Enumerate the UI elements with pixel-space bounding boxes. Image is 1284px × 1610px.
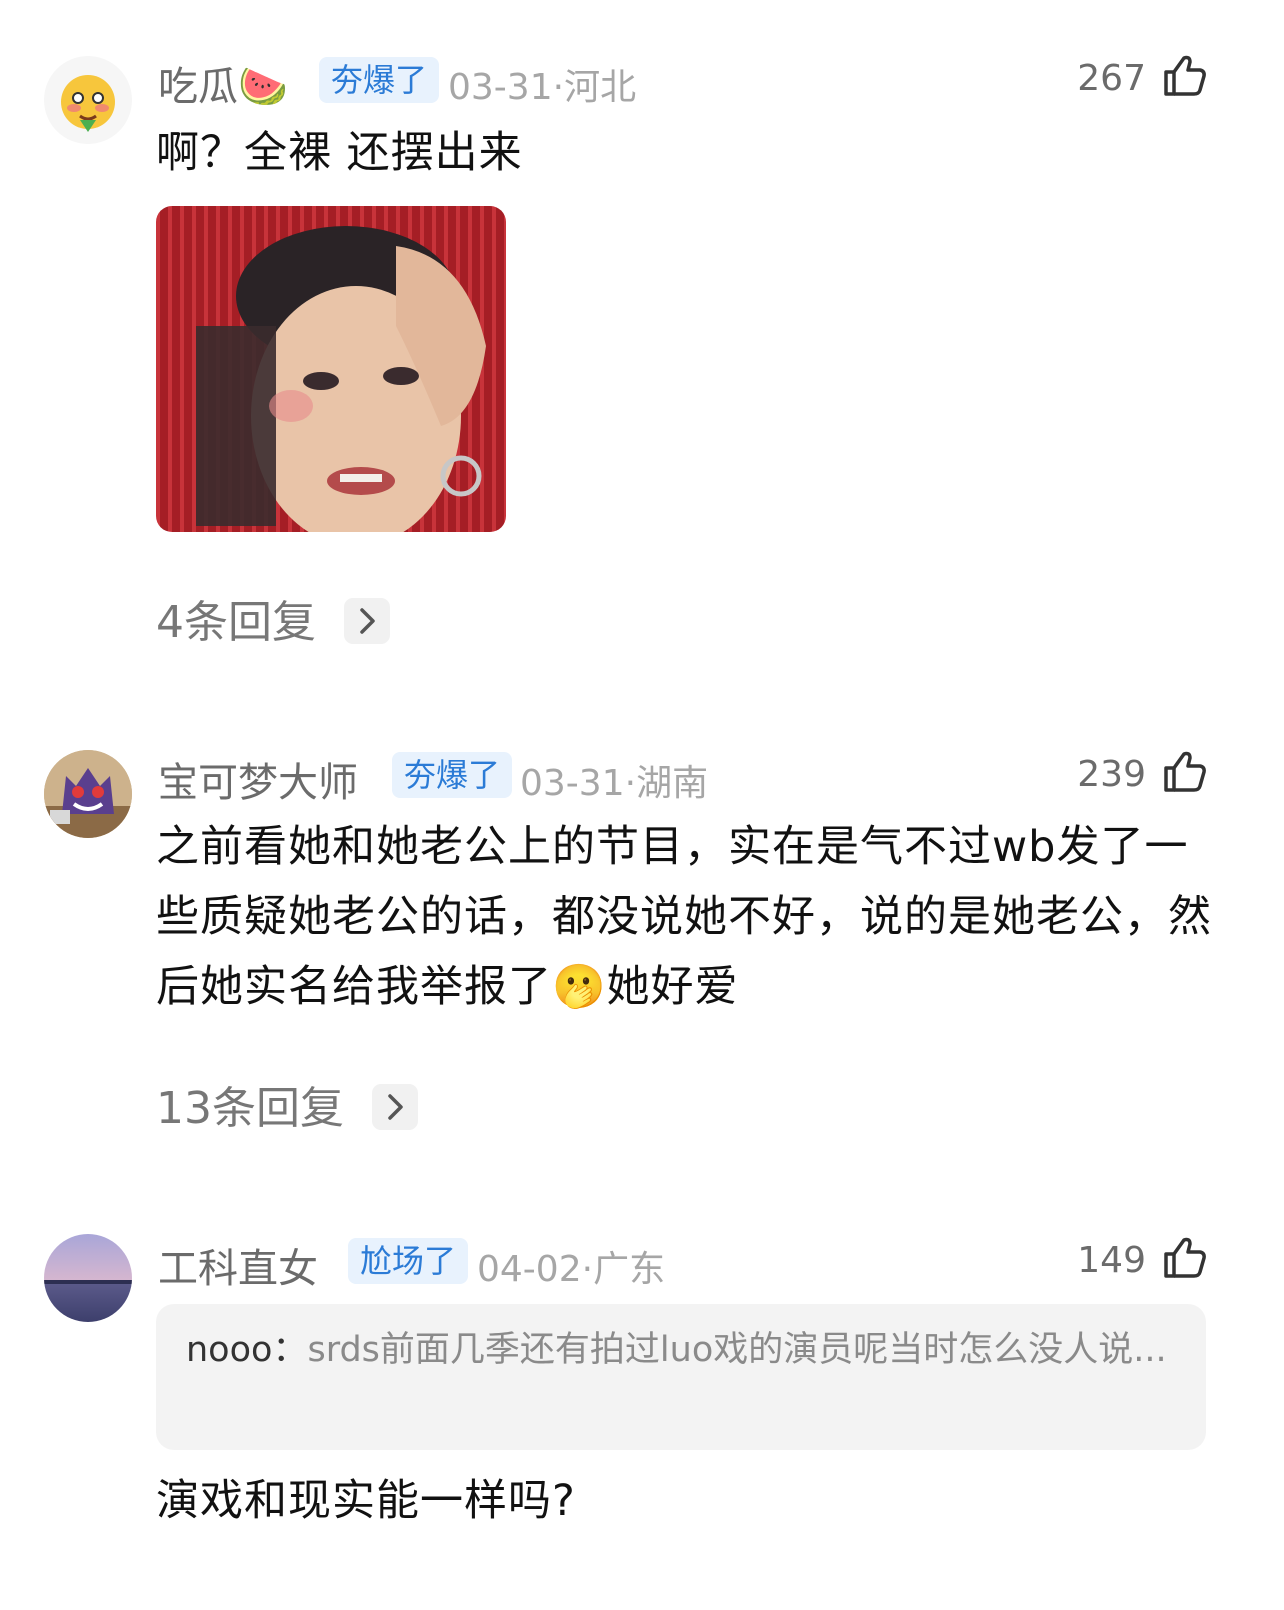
quote-colon: ： — [272, 1330, 308, 1370]
quoted-text: srds前面几季还有拍过luo戏的演员呢当时怎么没人说... — [307, 1330, 1167, 1370]
user-avatar[interactable] — [44, 1234, 132, 1322]
blushing-face-icon — [61, 75, 115, 132]
comment-date: 04-02 — [477, 1249, 582, 1290]
username[interactable]: 宝可梦大师 — [158, 750, 358, 808]
thumbs-up-icon[interactable] — [1160, 52, 1208, 100]
comment-meta: 03-31·湖南 — [520, 754, 708, 806]
sunset-sea-icon — [44, 1234, 132, 1322]
reaction-photo — [156, 206, 506, 532]
comment-meta: 03-31·河北 — [448, 58, 636, 110]
comment-location: 广东 — [593, 1249, 666, 1290]
comment-text: 啊？全裸 还摆出来 — [156, 128, 523, 178]
thumbs-up-icon[interactable] — [1160, 748, 1208, 796]
comment-image[interactable] — [156, 206, 506, 532]
comment-text: 之前看她和她老公上的节目，实在是气不过wb发了一些质疑她老公的话，都没说她不好，… — [156, 822, 1212, 1012]
chevron-right-icon — [372, 1084, 418, 1130]
comment-date: 03-31 — [520, 763, 625, 804]
comment-location: 湖南 — [636, 763, 709, 804]
comment-meta: 04-02·广东 — [477, 1240, 665, 1292]
quoted-reply[interactable]: nooo：srds前面几季还有拍过luo戏的演员呢当时怎么没人说... — [156, 1304, 1206, 1450]
user-avatar[interactable] — [44, 56, 132, 144]
comment-text: 演戏和现实能一样吗? — [156, 1476, 576, 1526]
rating-badge: 夯爆了 — [319, 57, 440, 103]
quoted-username: nooo — [186, 1330, 273, 1370]
view-replies-button[interactable]: 4条回复 — [156, 586, 390, 650]
username[interactable]: 吃瓜🍉 — [158, 54, 288, 112]
rating-badge: 尬场了 — [348, 1238, 469, 1284]
view-replies-button[interactable]: 13条回复 — [156, 1072, 418, 1136]
replies-label: 13条回复 — [156, 1083, 344, 1134]
comment-location: 河北 — [564, 67, 637, 108]
like-count: 149 — [1077, 1240, 1146, 1281]
user-avatar[interactable] — [44, 750, 132, 838]
like-count: 267 — [1077, 58, 1146, 99]
meta-separator: · — [581, 1249, 594, 1290]
replies-label: 4条回复 — [156, 597, 316, 648]
username[interactable]: 工科直女 — [158, 1236, 318, 1294]
meta-separator: · — [552, 67, 565, 108]
like-count: 239 — [1077, 754, 1146, 795]
gengar-icon — [44, 750, 132, 838]
thumbs-up-icon[interactable] — [1160, 1234, 1208, 1282]
chevron-right-icon — [344, 598, 390, 644]
rating-badge: 夯爆了 — [392, 752, 513, 798]
comment-date: 03-31 — [448, 67, 553, 108]
meta-separator: · — [624, 763, 637, 804]
